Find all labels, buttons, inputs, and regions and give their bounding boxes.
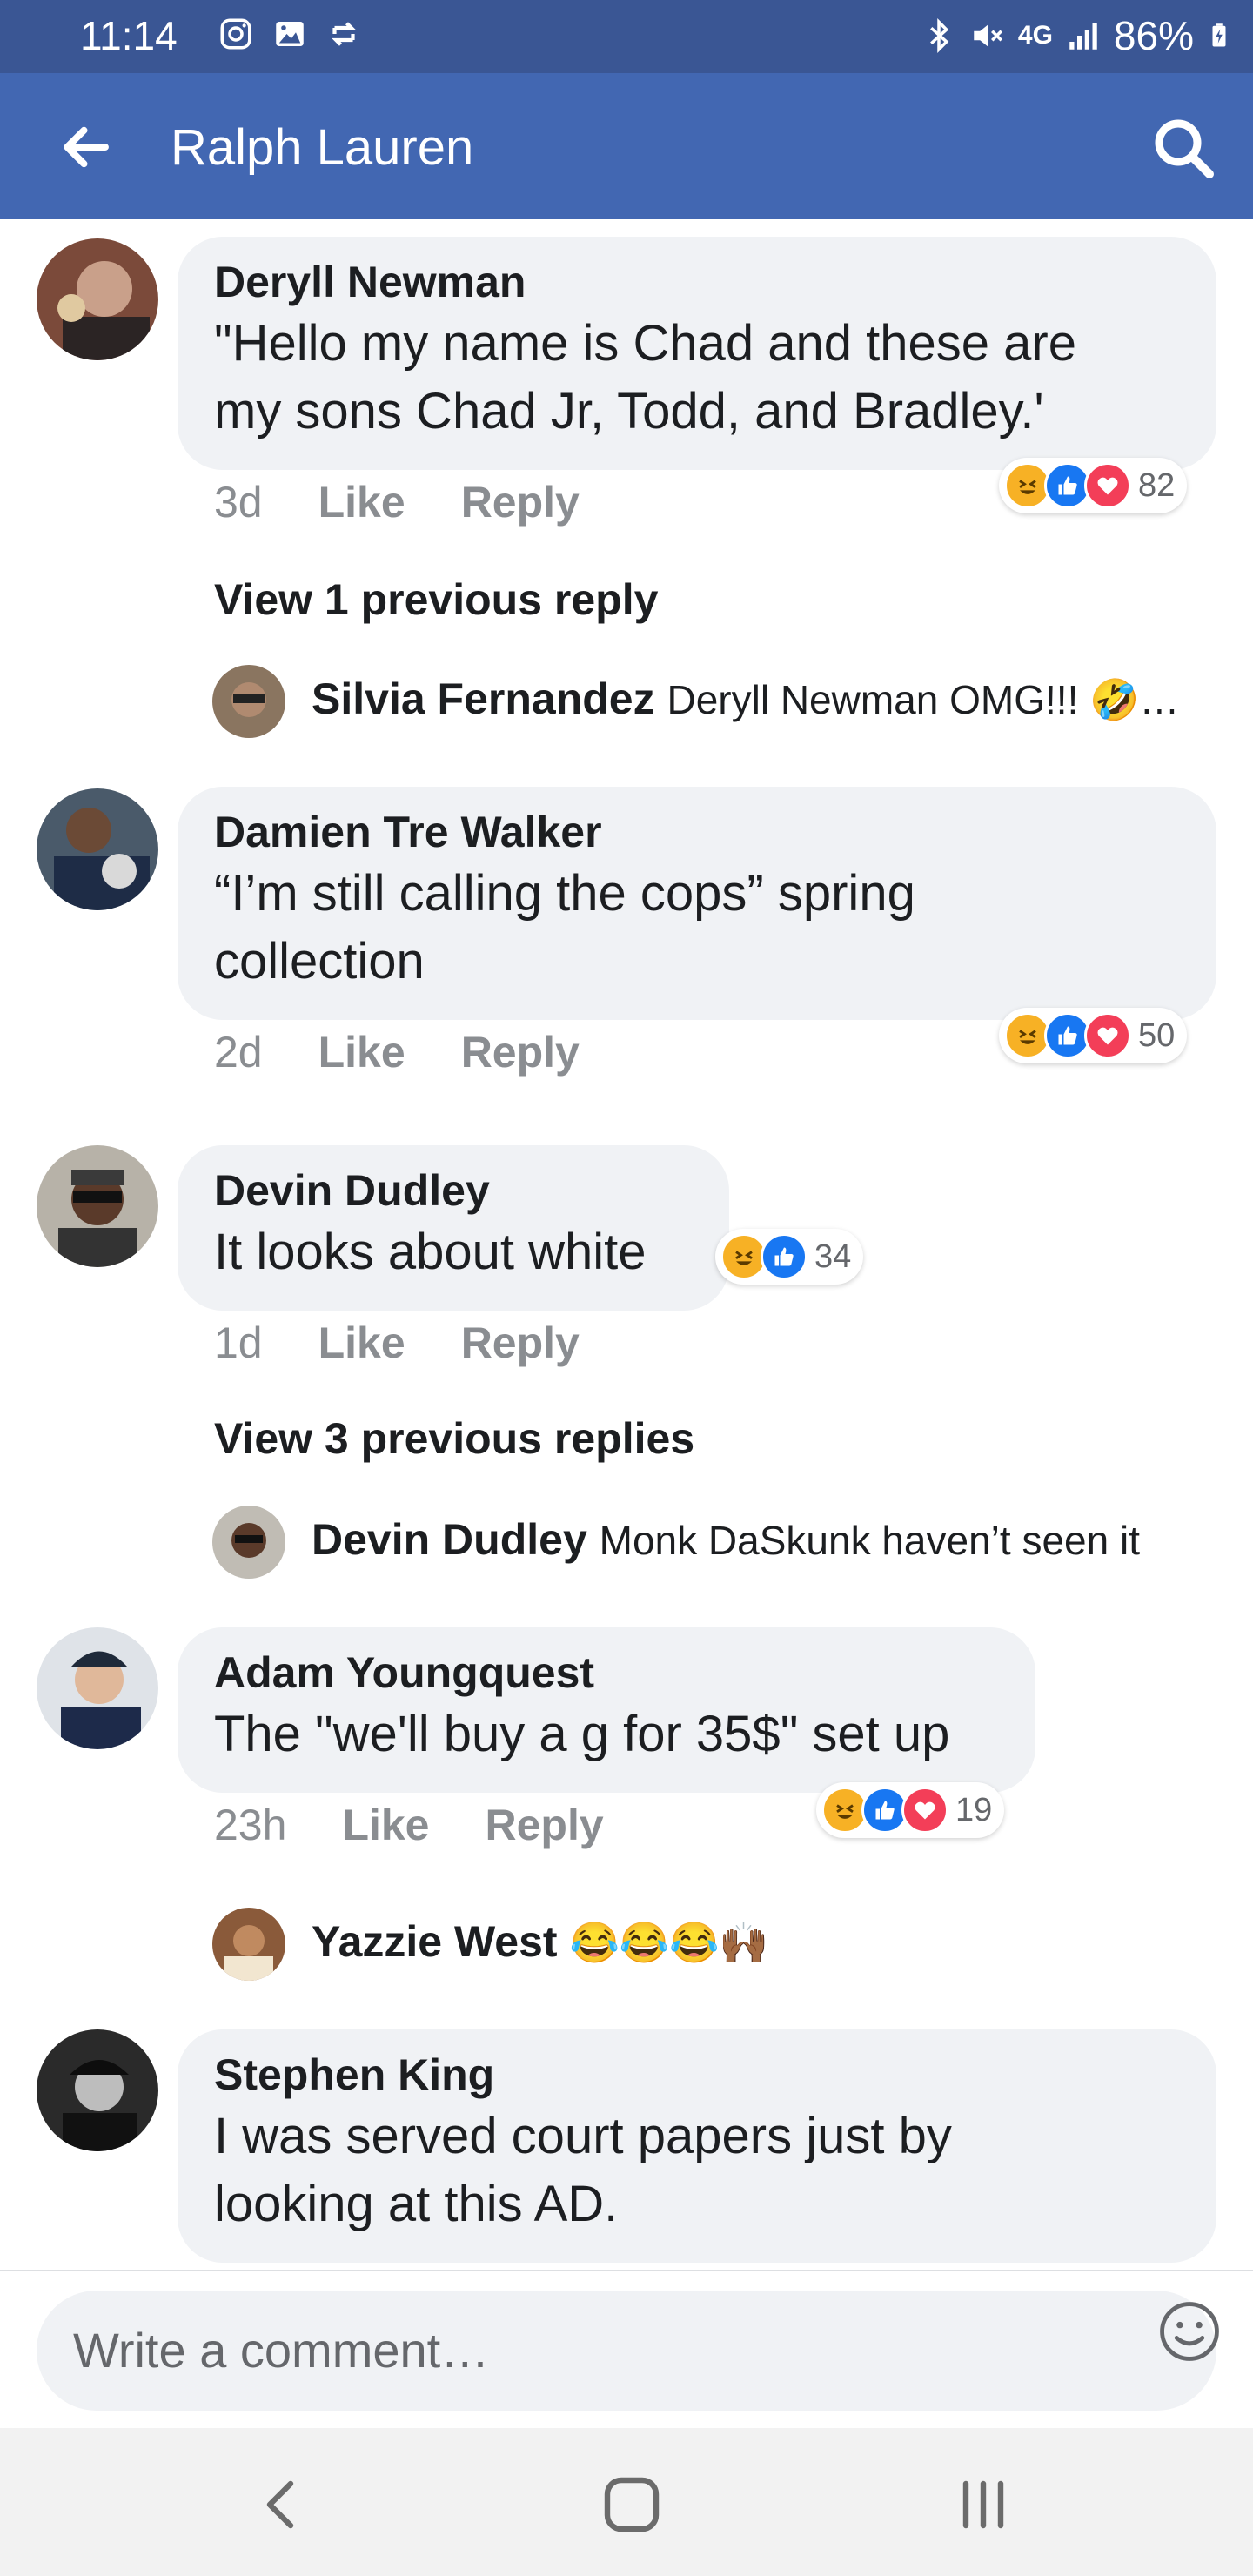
- reply-preview[interactable]: Yazzie West 😂😂😂🙌🏾: [312, 1916, 769, 1967]
- search-icon[interactable]: [1149, 113, 1218, 183]
- system-nav-bar: [0, 2428, 1253, 2576]
- nav-back-icon[interactable]: [247, 2470, 317, 2539]
- avatar[interactable]: [212, 665, 285, 738]
- comment-meta: 3d Like Reply: [214, 477, 635, 527]
- like-button[interactable]: Like: [318, 1318, 405, 1367]
- reaction-count: 34: [814, 1238, 852, 1275]
- avatar[interactable]: [37, 238, 158, 360]
- comment-bubble[interactable]: Adam Youngquest The "we'll buy a g for 3…: [178, 1627, 1035, 1793]
- comment-meta: 23h Like Reply: [214, 1800, 660, 1850]
- avatar[interactable]: [212, 1908, 285, 1981]
- reply-text: Deryll Newman OMG!!! 🤣…: [667, 677, 1180, 722]
- nav-recents-icon[interactable]: [948, 2470, 1018, 2539]
- nav-home-icon[interactable]: [597, 2470, 667, 2539]
- reactions-badge[interactable]: 50: [999, 1008, 1188, 1063]
- avatar[interactable]: [37, 1627, 158, 1749]
- reply-text: Monk DaSkunk haven’t seen it: [599, 1518, 1140, 1563]
- gallery-icon: [276, 22, 304, 46]
- comment-text: It looks about white: [214, 1224, 647, 1280]
- comment-age: 3d: [214, 478, 263, 527]
- network-type: 4G: [1017, 21, 1053, 50]
- comment-composer: Write a comment…: [0, 2270, 1253, 2430]
- avatar[interactable]: [37, 1145, 158, 1267]
- reactions-badge[interactable]: 82: [999, 458, 1188, 513]
- like-button[interactable]: Like: [342, 1801, 429, 1849]
- reply-author[interactable]: Devin Dudley: [312, 1515, 587, 1564]
- comment-bubble[interactable]: Damien Tre Walker “I’m still calling the…: [178, 787, 1216, 1020]
- signal-icon: [1069, 23, 1097, 50]
- comment-author[interactable]: Stephen King: [214, 2047, 1180, 2103]
- comment-text: looking at this AD.: [214, 2176, 619, 2232]
- comment-author[interactable]: Damien Tre Walker: [214, 804, 1180, 860]
- comment-text: I was served court papers just by: [214, 2108, 952, 2164]
- reply-button[interactable]: Reply: [461, 478, 580, 527]
- arrow-left-icon[interactable]: [52, 117, 122, 178]
- reply-button[interactable]: Reply: [461, 1028, 580, 1077]
- comment-bubble[interactable]: Stephen King I was served court papers j…: [178, 2029, 1216, 2263]
- reactions-badge[interactable]: 19: [816, 1782, 1005, 1838]
- bluetooth-icon: [929, 18, 949, 53]
- mute-icon: [974, 24, 1002, 47]
- reactions-badge[interactable]: 34: [715, 1229, 864, 1285]
- comment-author[interactable]: Adam Youngquest: [214, 1645, 999, 1701]
- reply-button[interactable]: Reply: [486, 1801, 604, 1849]
- view-previous-replies[interactable]: View 1 previous reply: [214, 574, 658, 625]
- status-bar: 11:14 4G 86%: [0, 0, 1253, 73]
- comment-text: The "we'll buy a g for 35$" set up: [214, 1706, 950, 1762]
- comment-author[interactable]: Deryll Newman: [214, 254, 1180, 310]
- reply-text: 😂😂😂🙌🏾: [569, 1920, 769, 1965]
- reaction-count: 19: [955, 1791, 993, 1828]
- like-button[interactable]: Like: [318, 478, 405, 527]
- comment-meta: 1d Like Reply: [214, 1318, 635, 1368]
- comments-feed[interactable]: Deryll Newman "Hello my name is Chad and…: [0, 219, 1253, 2270]
- comment-bubble[interactable]: Devin Dudley It looks about white: [178, 1145, 729, 1311]
- comment-age: 23h: [214, 1801, 287, 1849]
- comment-age: 1d: [214, 1318, 263, 1367]
- avatar[interactable]: [37, 788, 158, 910]
- reply-author[interactable]: Silvia Fernandez: [312, 674, 655, 723]
- comment-text: “I’m still calling the cops” spring: [214, 865, 915, 922]
- battery-icon: [1212, 23, 1226, 47]
- reply-preview[interactable]: Silvia Fernandez Deryll Newman OMG!!! 🤣…: [312, 674, 1179, 724]
- avatar[interactable]: [212, 1506, 285, 1579]
- love-reaction-icon: [901, 1787, 948, 1834]
- reply-preview[interactable]: Devin Dudley Monk DaSkunk haven’t seen i…: [312, 1514, 1140, 1565]
- sync-icon: [332, 22, 356, 46]
- comment-author[interactable]: Devin Dudley: [214, 1163, 693, 1218]
- status-time: 11:14: [80, 13, 178, 58]
- like-reaction-icon: [761, 1233, 807, 1280]
- love-reaction-icon: [1084, 462, 1131, 509]
- comment-input[interactable]: Write a comment…: [37, 2291, 1216, 2411]
- battery-percent: 86%: [1113, 13, 1194, 58]
- view-previous-replies[interactable]: View 3 previous replies: [214, 1413, 694, 1464]
- comment-bubble[interactable]: Deryll Newman "Hello my name is Chad and…: [178, 237, 1216, 470]
- comment-text: collection: [214, 933, 425, 989]
- comment-text: "Hello my name is Chad and these are: [214, 315, 1076, 372]
- comment-age: 2d: [214, 1028, 263, 1077]
- love-reaction-icon: [1084, 1012, 1131, 1059]
- avatar[interactable]: [37, 2029, 158, 2151]
- instagram-icon: [220, 18, 251, 50]
- reply-button[interactable]: Reply: [461, 1318, 580, 1367]
- comment-meta: 2d Like Reply: [214, 1027, 635, 1077]
- reaction-count: 50: [1138, 1016, 1176, 1054]
- reaction-count: 82: [1138, 466, 1176, 504]
- reply-author[interactable]: Yazzie West: [312, 1917, 558, 1966]
- smiley-icon[interactable]: [1157, 2299, 1222, 2364]
- page-title: Ralph Lauren: [171, 119, 474, 176]
- like-button[interactable]: Like: [318, 1028, 405, 1077]
- comment-text: my sons Chad Jr, Todd, and Bradley.': [214, 383, 1044, 439]
- app-bar: Ralph Lauren: [0, 73, 1253, 219]
